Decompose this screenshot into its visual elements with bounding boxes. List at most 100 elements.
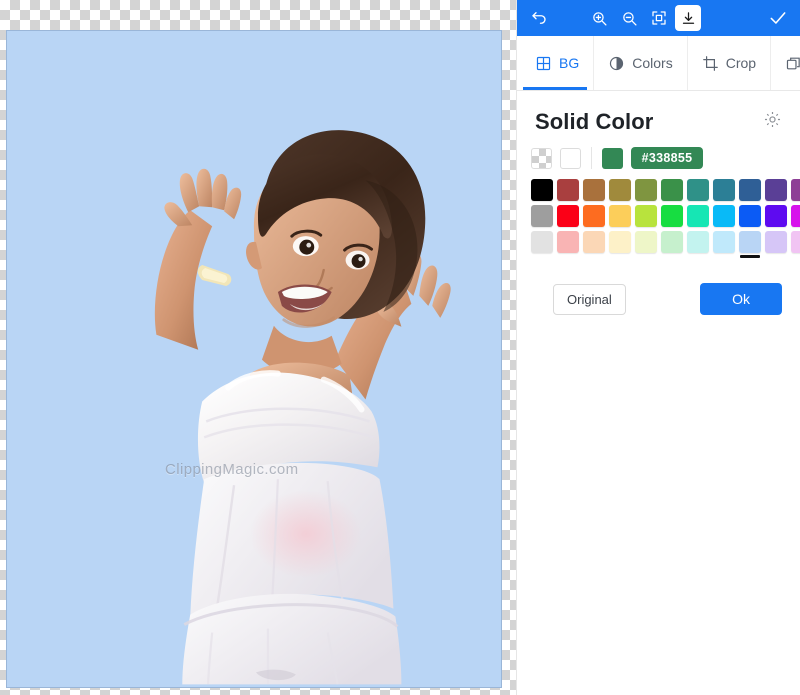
palette-swatch[interactable] (791, 205, 800, 227)
palette-swatch-color[interactable] (739, 205, 761, 227)
palette-swatch-color[interactable] (765, 231, 787, 253)
palette-swatch[interactable] (531, 231, 553, 253)
palette-swatch[interactable] (557, 205, 579, 227)
color-palette (517, 173, 800, 257)
palette-swatch-color[interactable] (765, 179, 787, 201)
palette-swatch[interactable] (609, 179, 631, 201)
palette-swatch-color[interactable] (687, 231, 709, 253)
color-input-row: #338855 (517, 141, 800, 173)
current-color-swatch[interactable] (602, 148, 623, 169)
palette-swatch[interactable] (713, 179, 735, 201)
palette-swatch-color[interactable] (791, 205, 800, 227)
undo-icon[interactable] (525, 4, 553, 32)
palette-swatch-color[interactable] (609, 179, 631, 201)
palette-swatch-color[interactable] (531, 179, 553, 201)
fit-screen-icon[interactable] (645, 4, 673, 32)
palette-swatch[interactable] (557, 231, 579, 253)
grid-icon (535, 55, 552, 72)
palette-row (531, 179, 786, 201)
palette-swatch-color[interactable] (583, 179, 605, 201)
palette-swatch[interactable] (609, 231, 631, 253)
palette-swatch[interactable] (687, 231, 709, 253)
toolbar-right-group (764, 4, 792, 32)
zoom-out-icon[interactable] (615, 4, 643, 32)
palette-swatch[interactable] (661, 231, 683, 253)
palette-swatch-color[interactable] (661, 179, 683, 201)
palette-swatch-color[interactable] (609, 205, 631, 227)
palette-swatch[interactable] (557, 179, 579, 201)
palette-swatch[interactable] (531, 205, 553, 227)
palette-swatch-color[interactable] (531, 231, 553, 253)
white-swatch-button[interactable] (560, 148, 581, 169)
palette-swatch-color[interactable] (635, 179, 657, 201)
gear-icon[interactable] (763, 110, 782, 134)
palette-swatch[interactable] (635, 205, 657, 227)
palette-swatch[interactable] (661, 179, 683, 201)
palette-swatch-color[interactable] (531, 205, 553, 227)
palette-row (531, 205, 786, 227)
palette-swatch-color[interactable] (765, 205, 787, 227)
palette-swatch-color[interactable] (557, 231, 579, 253)
page-title: Solid Color (535, 109, 653, 135)
ok-button[interactable]: Ok (700, 283, 782, 315)
tab-shadows[interactable]: Shadows (771, 36, 800, 90)
zoom-in-icon[interactable] (585, 4, 613, 32)
palette-swatch[interactable] (661, 205, 683, 227)
palette-swatch-color[interactable] (713, 205, 735, 227)
palette-swatch-color[interactable] (713, 231, 735, 253)
palette-swatch-color[interactable] (557, 179, 579, 201)
check-icon[interactable] (764, 4, 792, 32)
palette-swatch-color[interactable] (791, 231, 800, 253)
panel-tabs: BG Colors Crop (517, 36, 800, 91)
divider (591, 147, 592, 169)
original-button[interactable]: Original (553, 284, 626, 315)
palette-swatch[interactable] (635, 231, 657, 253)
palette-swatch-color[interactable] (635, 205, 657, 227)
section-header: Solid Color (517, 91, 800, 141)
tab-colors[interactable]: Colors (594, 36, 687, 90)
palette-swatch-color[interactable] (609, 231, 631, 253)
palette-swatch-color[interactable] (661, 231, 683, 253)
palette-swatch[interactable] (687, 179, 709, 201)
palette-swatch[interactable] (765, 205, 787, 227)
palette-swatch-color[interactable] (583, 205, 605, 227)
palette-swatch-color[interactable] (713, 179, 735, 201)
palette-swatch[interactable] (687, 205, 709, 227)
palette-swatch-color[interactable] (557, 205, 579, 227)
palette-swatch[interactable] (583, 231, 605, 253)
palette-swatch[interactable] (609, 205, 631, 227)
palette-swatch[interactable] (791, 231, 800, 253)
action-row: Original Ok (517, 257, 800, 315)
palette-swatch[interactable] (791, 179, 800, 201)
palette-swatch-color[interactable] (739, 231, 761, 253)
download-icon[interactable] (675, 5, 701, 31)
image-canvas[interactable]: ClippingMagic.com (0, 0, 516, 695)
palette-swatch[interactable] (713, 231, 735, 253)
panel-empty-space (517, 315, 800, 695)
transparent-swatch-button[interactable] (531, 148, 552, 169)
palette-swatch-color[interactable] (583, 231, 605, 253)
tab-bg[interactable]: BG (517, 36, 594, 90)
palette-swatch[interactable] (713, 205, 735, 227)
palette-swatch-color[interactable] (687, 179, 709, 201)
palette-swatch-color[interactable] (635, 231, 657, 253)
palette-swatch[interactable] (583, 179, 605, 201)
toolbar-left-group (525, 4, 701, 32)
palette-swatch-color[interactable] (791, 179, 800, 201)
palette-swatch-color[interactable] (687, 205, 709, 227)
image-frame[interactable]: ClippingMagic.com (6, 30, 502, 688)
hex-value-input[interactable]: #338855 (631, 147, 703, 169)
tab-crop[interactable]: Crop (688, 36, 771, 90)
palette-swatch[interactable] (765, 179, 787, 201)
palette-swatch[interactable] (583, 205, 605, 227)
palette-swatch[interactable] (635, 179, 657, 201)
palette-swatch[interactable] (739, 179, 761, 201)
palette-swatch[interactable] (739, 231, 761, 253)
contrast-circle-icon (608, 55, 625, 72)
palette-row (531, 231, 786, 253)
palette-swatch-color[interactable] (661, 205, 683, 227)
palette-swatch[interactable] (531, 179, 553, 201)
palette-swatch-color[interactable] (739, 179, 761, 201)
palette-swatch[interactable] (765, 231, 787, 253)
palette-swatch[interactable] (739, 205, 761, 227)
